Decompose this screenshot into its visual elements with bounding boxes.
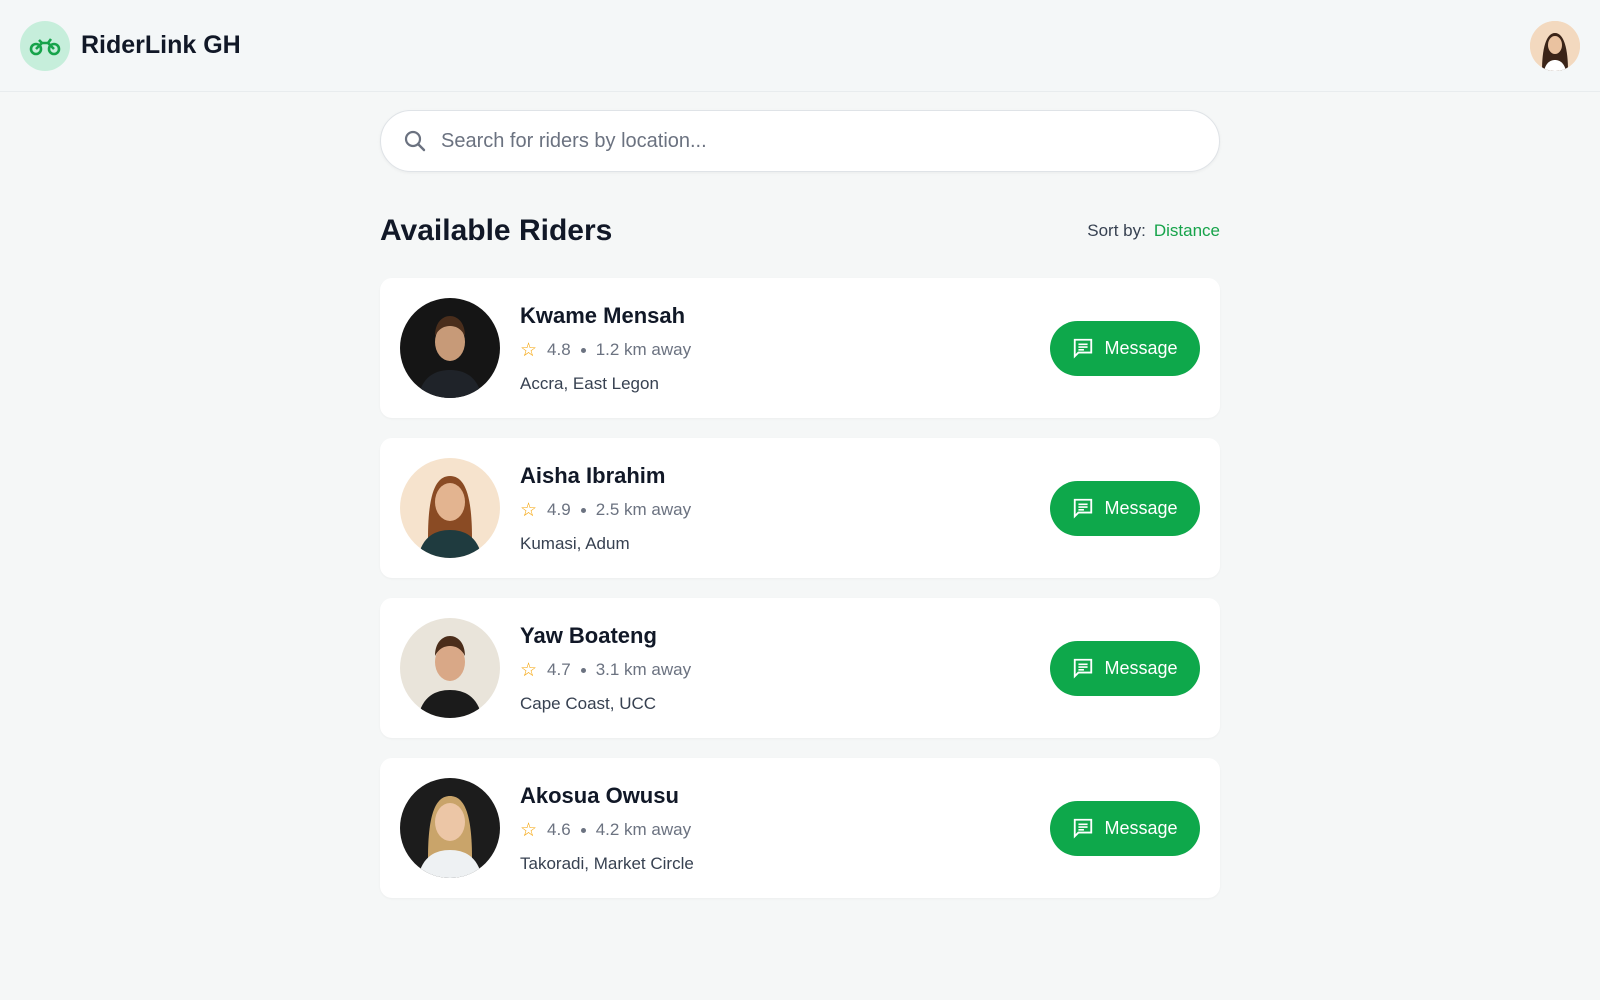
- separator-dot: [580, 827, 586, 833]
- separator-dot: [580, 347, 586, 353]
- rider-rating: 4.8: [547, 340, 571, 359]
- star-icon: ☆: [520, 819, 538, 841]
- rider-rating: 4.9: [547, 500, 571, 519]
- rider-distance: 2.5 km away: [595, 500, 692, 519]
- message-button[interactable]: Message: [1050, 320, 1200, 376]
- rider-name: Yaw Boateng: [520, 622, 657, 648]
- separator-dot: [580, 667, 586, 673]
- sort-dropdown[interactable]: Distance: [1154, 221, 1220, 240]
- chat-icon: [1074, 338, 1093, 359]
- app-title: RiderLink GH: [81, 31, 241, 59]
- rider-distance: 4.2 km away: [595, 820, 692, 839]
- rider-avatar: [400, 458, 500, 558]
- message-button-label: Message: [1104, 817, 1178, 838]
- rider-name: Kwame Mensah: [520, 302, 686, 328]
- message-button[interactable]: Message: [1050, 480, 1200, 536]
- motorcycle-icon: [20, 20, 70, 71]
- rider-avatar: [400, 618, 500, 718]
- rider-name: Akosua Owusu: [520, 782, 679, 808]
- rider-rating: 4.6: [547, 820, 571, 839]
- rider-location: Accra, East Legon: [520, 373, 659, 393]
- rider-card: Akosua Owusu ☆ 4.6 4.2 km away Takoradi,…: [380, 758, 1220, 898]
- app-header: RiderLink GH: [0, 0, 1600, 92]
- rider-avatar: [400, 298, 500, 398]
- message-button-label: Message: [1104, 497, 1178, 518]
- message-button[interactable]: Message: [1050, 640, 1200, 696]
- rider-distance: 3.1 km away: [595, 660, 692, 679]
- message-button-label: Message: [1104, 337, 1178, 358]
- separator-dot: [580, 507, 586, 513]
- search-input[interactable]: [441, 129, 1197, 153]
- rider-location: Kumasi, Adum: [520, 533, 630, 553]
- rider-distance: 1.2 km away: [595, 340, 692, 359]
- search-bar: [380, 110, 1220, 172]
- sort-label: Sort by:: [1087, 221, 1146, 240]
- page-title: Available Riders: [380, 214, 613, 247]
- chat-icon: [1074, 658, 1093, 679]
- star-icon: ☆: [520, 659, 538, 681]
- search-icon: [404, 130, 426, 152]
- rider-location: Cape Coast, UCC: [520, 693, 657, 713]
- star-icon: ☆: [520, 339, 538, 361]
- star-icon: ☆: [520, 499, 538, 521]
- message-button[interactable]: Message: [1050, 800, 1200, 856]
- brand[interactable]: RiderLink GH: [20, 20, 241, 71]
- chat-icon: [1074, 498, 1093, 519]
- rider-card: Aisha Ibrahim ☆ 4.9 2.5 km away Kumasi, …: [380, 438, 1220, 578]
- rider-card: Kwame Mensah ☆ 4.8 1.2 km away Accra, Ea…: [380, 278, 1220, 418]
- rider-card: Yaw Boateng ☆ 4.7 3.1 km away Cape Coast…: [380, 598, 1220, 738]
- rider-location: Takoradi, Market Circle: [520, 853, 694, 873]
- sort-control: Sort by: Distance: [1087, 221, 1220, 241]
- rider-name: Aisha Ibrahim: [520, 462, 666, 488]
- rider-rating: 4.7: [547, 660, 571, 679]
- rider-avatar: [400, 778, 500, 878]
- user-avatar[interactable]: [1530, 20, 1580, 71]
- message-button-label: Message: [1104, 657, 1178, 678]
- chat-icon: [1074, 818, 1093, 839]
